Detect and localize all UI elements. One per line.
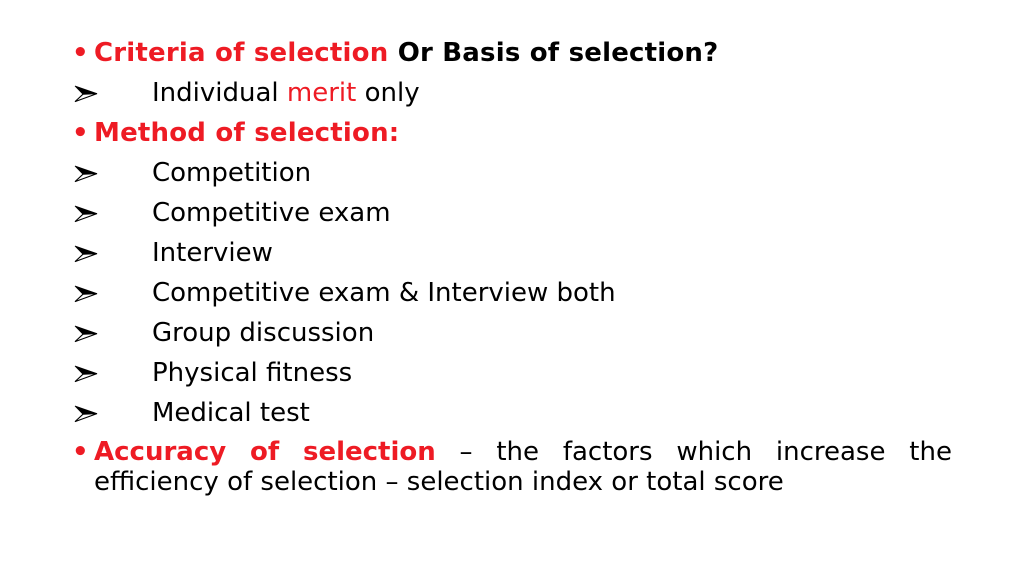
- accuracy-body-word: –: [459, 437, 473, 467]
- heading-criteria-of-selection: • Criteria of selection Or Basis of selec…: [72, 33, 962, 73]
- accuracy-body-word: factors: [562, 437, 653, 467]
- dot-bullet-icon: •: [72, 38, 89, 68]
- arrow-head-bullet-icon: [74, 233, 108, 273]
- list-item-label: Competition: [152, 158, 312, 188]
- list-item-group-discussion: Group discussion: [72, 313, 962, 353]
- arrow-head-bullet-icon: [74, 353, 108, 393]
- list-item-label: Physical fitness: [152, 358, 353, 388]
- slide-content: • Criteria of selection Or Basis of selec…: [72, 33, 962, 497]
- list-item-interview: Interview: [72, 233, 962, 273]
- list-item-competitive-exam: Competitive exam: [72, 193, 962, 233]
- heading-method-red-text: Method of selection:: [94, 118, 400, 148]
- accuracy-title-word: selection: [302, 437, 436, 467]
- accuracy-line-two: efficiency of selection – selection inde…: [94, 467, 784, 497]
- accuracy-title-word: of: [249, 437, 280, 467]
- slide-canvas: • Criteria of selection Or Basis of selec…: [0, 0, 1024, 576]
- list-item-label: Individual merit only: [152, 73, 420, 113]
- accuracy-justified-run: Accuracy of selection – the factors whic…: [94, 437, 952, 467]
- list-item-medical-test: Medical test: [72, 393, 962, 433]
- dot-bullet-icon: •: [72, 118, 89, 148]
- arrow-head-bullet-icon: [74, 73, 108, 113]
- individual-prefix: Individual: [152, 78, 279, 108]
- arrow-head-bullet-icon: [74, 313, 108, 353]
- list-item-individual-merit: Individual merit only: [72, 73, 962, 113]
- accuracy-body-word: increase: [775, 437, 886, 467]
- arrow-head-bullet-icon: [74, 193, 108, 233]
- merit-highlight: merit: [286, 78, 357, 108]
- arrow-head-bullet-icon: [74, 393, 108, 433]
- accuracy-line-one: • Accuracy of selection – the factors wh…: [72, 437, 952, 467]
- list-item-physical-fitness: Physical fitness: [72, 353, 962, 393]
- heading-criteria-red-text: Criteria of selection: [94, 38, 389, 68]
- list-item-competitive-exam-and-interview-both: Competitive exam & Interview both: [72, 273, 962, 313]
- individual-suffix: only: [364, 78, 420, 108]
- arrow-head-bullet-icon: [74, 273, 108, 313]
- accuracy-body-word: the: [496, 437, 540, 467]
- list-item-label: Competitive exam: [152, 198, 391, 228]
- list-item-label: Medical test: [152, 398, 310, 428]
- list-item-label: Group discussion: [152, 318, 375, 348]
- accuracy-title-word: Accuracy: [94, 437, 227, 467]
- accuracy-body-word: the: [909, 437, 952, 467]
- list-item-label: Competitive exam & Interview both: [152, 278, 616, 308]
- list-item-competition: Competition: [72, 153, 962, 193]
- list-item-label: Interview: [152, 238, 273, 268]
- heading-criteria-black-text: Or Basis of selection?: [397, 38, 719, 68]
- accuracy-body-word: which: [676, 437, 753, 467]
- dot-bullet-icon: •: [72, 437, 89, 467]
- heading-method-of-selection: • Method of selection:: [72, 113, 962, 153]
- paragraph-accuracy-of-selection: • Accuracy of selection – the factors wh…: [72, 437, 952, 497]
- arrow-head-bullet-icon: [74, 153, 108, 193]
